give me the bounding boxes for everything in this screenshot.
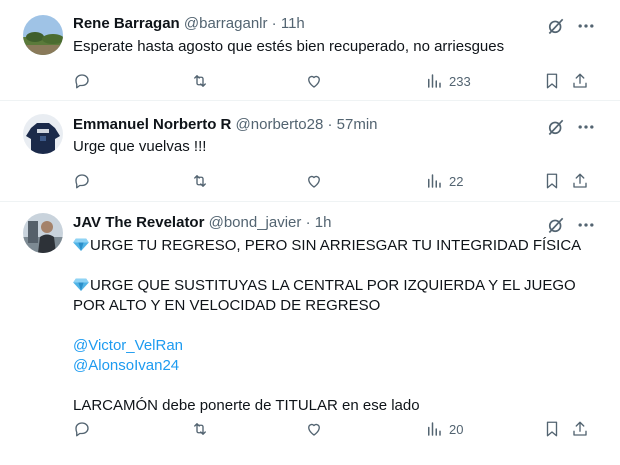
mentions-block: @Victor_VelRan @AlonsoIvan24 [73, 336, 593, 376]
user-handle[interactable]: @norberto28 [236, 116, 324, 133]
tweet-header: Rene Barragan @barraganlr · 11h [73, 14, 305, 34]
grok-icon[interactable] [546, 215, 566, 235]
user-handle[interactable]: @barraganlr [184, 15, 268, 32]
diamond-icon [73, 238, 89, 251]
tweet-paragraph: Urge que vuelvas !!! [73, 138, 207, 155]
retweet-icon [191, 420, 209, 438]
action-bar: 20 [73, 419, 593, 439]
avatar[interactable] [23, 114, 63, 154]
tweet-paragraph-4: LARCAMÓN debe ponerte de TITULAR en ese … [73, 397, 420, 414]
retweet-button[interactable] [191, 171, 209, 191]
tweet-top-actions [546, 16, 596, 36]
tweet-header: Emmanuel Norberto R @norberto28 · 57min [73, 115, 378, 135]
mention-link[interactable]: @AlonsoIvan24 [73, 356, 593, 376]
share-icon [571, 172, 589, 190]
like-icon [305, 172, 323, 190]
avatar[interactable] [23, 213, 63, 253]
tweet-text: URGE TU REGRESO, PERO SIN ARRIESGAR TU I… [73, 236, 593, 416]
like-icon [305, 420, 323, 438]
reply-button[interactable] [73, 171, 91, 191]
views-count: 22 [449, 173, 464, 189]
display-name[interactable]: JAV The Revelator [73, 214, 204, 231]
views-count: 233 [449, 73, 471, 89]
tweet-paragraph-1: URGE TU REGRESO, PERO SIN ARRIESGAR TU I… [73, 236, 593, 256]
share-button[interactable] [571, 71, 589, 91]
user-handle[interactable]: @bond_javier [209, 214, 302, 231]
paragraph-text: URGE QUE SUSTITUYAS LA CENTRAL POR IZQUI… [73, 277, 576, 314]
display-name[interactable]: Emmanuel Norberto R [73, 116, 231, 133]
grok-icon[interactable] [546, 117, 566, 137]
share-icon [571, 72, 589, 90]
views-count: 20 [449, 421, 464, 437]
tweet-2[interactable]: Emmanuel Norberto R @norberto28 · 57min … [0, 101, 620, 202]
separator-dot: · [305, 214, 311, 231]
tweet-paragraph-2: URGE QUE SUSTITUYAS LA CENTRAL POR IZQUI… [73, 276, 593, 316]
bookmark-button[interactable] [543, 171, 561, 191]
bookmark-icon [543, 72, 561, 90]
mention-link[interactable]: @Victor_VelRan [73, 336, 593, 356]
tweet-1[interactable]: Rene Barragan @barraganlr · 11h Esperate… [0, 0, 620, 101]
views-button[interactable]: 22 [425, 171, 463, 191]
paragraph-text: URGE TU REGRESO, PERO SIN ARRIESGAR TU I… [90, 237, 582, 254]
bookmark-icon [543, 420, 561, 438]
share-button[interactable] [571, 419, 589, 439]
reply-button[interactable] [73, 71, 91, 91]
action-bar: 22 [73, 171, 593, 191]
views-button[interactable]: 20 [425, 419, 463, 439]
views-icon [425, 420, 443, 438]
bookmark-button[interactable] [543, 71, 561, 91]
tweet-header: JAV The Revelator @bond_javier · 1h [73, 213, 331, 233]
more-icon[interactable] [576, 117, 596, 137]
retweet-icon [191, 72, 209, 90]
timestamp[interactable]: 11h [281, 15, 305, 32]
tweet-text: Esperate hasta agosto que estés bien rec… [73, 37, 593, 57]
bookmark-icon [543, 172, 561, 190]
tweet-text: Urge que vuelvas !!! [73, 137, 593, 157]
timestamp[interactable]: 1h [315, 214, 332, 231]
reply-icon [73, 420, 91, 438]
like-button[interactable] [305, 171, 323, 191]
more-icon[interactable] [576, 16, 596, 36]
reply-button[interactable] [73, 419, 91, 439]
like-button[interactable] [305, 71, 323, 91]
timestamp[interactable]: 57min [337, 116, 378, 133]
retweet-icon [191, 172, 209, 190]
views-icon [425, 172, 443, 190]
tweet-3[interactable]: JAV The Revelator @bond_javier · 1h URGE… [0, 202, 620, 465]
grok-icon[interactable] [546, 16, 566, 36]
views-icon [425, 72, 443, 90]
separator-dot: · [271, 15, 277, 32]
like-icon [305, 72, 323, 90]
tweet-top-actions [546, 215, 596, 235]
more-icon[interactable] [576, 215, 596, 235]
reply-icon [73, 72, 91, 90]
separator-dot: · [327, 116, 333, 133]
display-name[interactable]: Rene Barragan [73, 15, 180, 32]
bookmark-button[interactable] [543, 419, 561, 439]
reply-icon [73, 172, 91, 190]
retweet-button[interactable] [191, 419, 209, 439]
avatar[interactable] [23, 15, 63, 55]
share-icon [571, 420, 589, 438]
views-button[interactable]: 233 [425, 71, 471, 91]
tweet-paragraph: Esperate hasta agosto que estés bien rec… [73, 38, 505, 55]
action-bar: 233 [73, 71, 593, 91]
share-button[interactable] [571, 171, 589, 191]
like-button[interactable] [305, 419, 323, 439]
diamond-icon [73, 278, 89, 291]
retweet-button[interactable] [191, 71, 209, 91]
tweet-top-actions [546, 117, 596, 137]
